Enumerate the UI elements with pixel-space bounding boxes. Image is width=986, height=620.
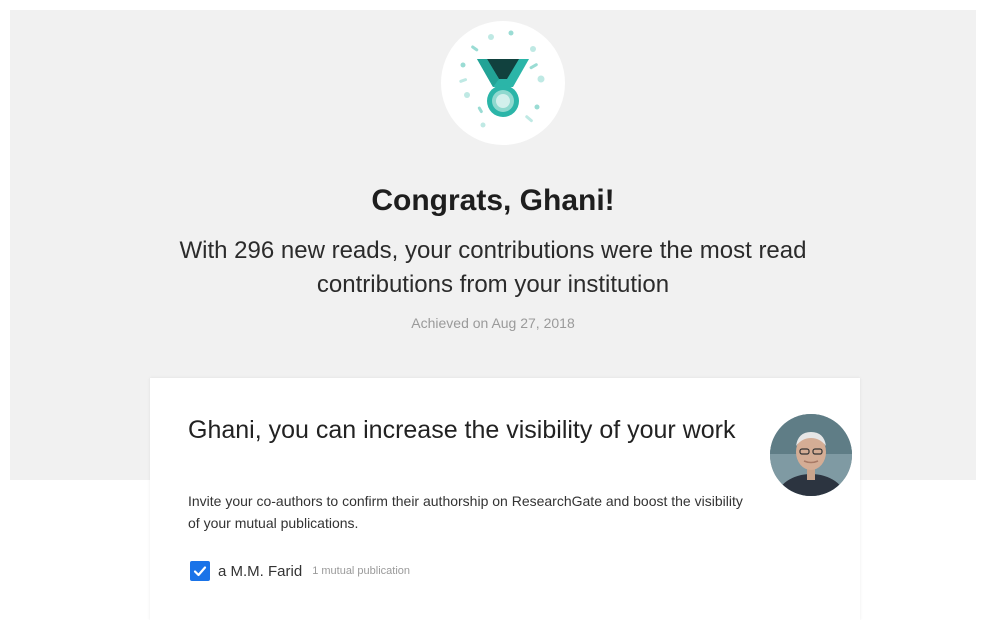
achievement-badge (441, 21, 565, 145)
visibility-card: Ghani, you can increase the visibility o… (150, 378, 860, 620)
achieved-date: Achieved on Aug 27, 2018 (411, 315, 575, 331)
achievement-message: With 296 new reads, your contributions w… (179, 237, 807, 298)
coauthor-mutual-count: 1 mutual publication (312, 565, 411, 577)
checkmark-icon (193, 566, 207, 577)
coauthor-checkbox[interactable] (190, 561, 210, 581)
page-title: Congrats, Ghani! (371, 184, 615, 217)
medal-icon (459, 30, 545, 128)
coauthor-name: a M.M. Farid (218, 562, 303, 580)
avatar-photo (770, 414, 852, 496)
card-description: Invite your co-authors to confirm their … (188, 493, 743, 531)
coauthor-row[interactable]: a M.M. Farid 1 mutual publication (190, 560, 410, 582)
avatar (770, 414, 852, 496)
card-title: Ghani, you can increase the visibility o… (188, 416, 736, 444)
